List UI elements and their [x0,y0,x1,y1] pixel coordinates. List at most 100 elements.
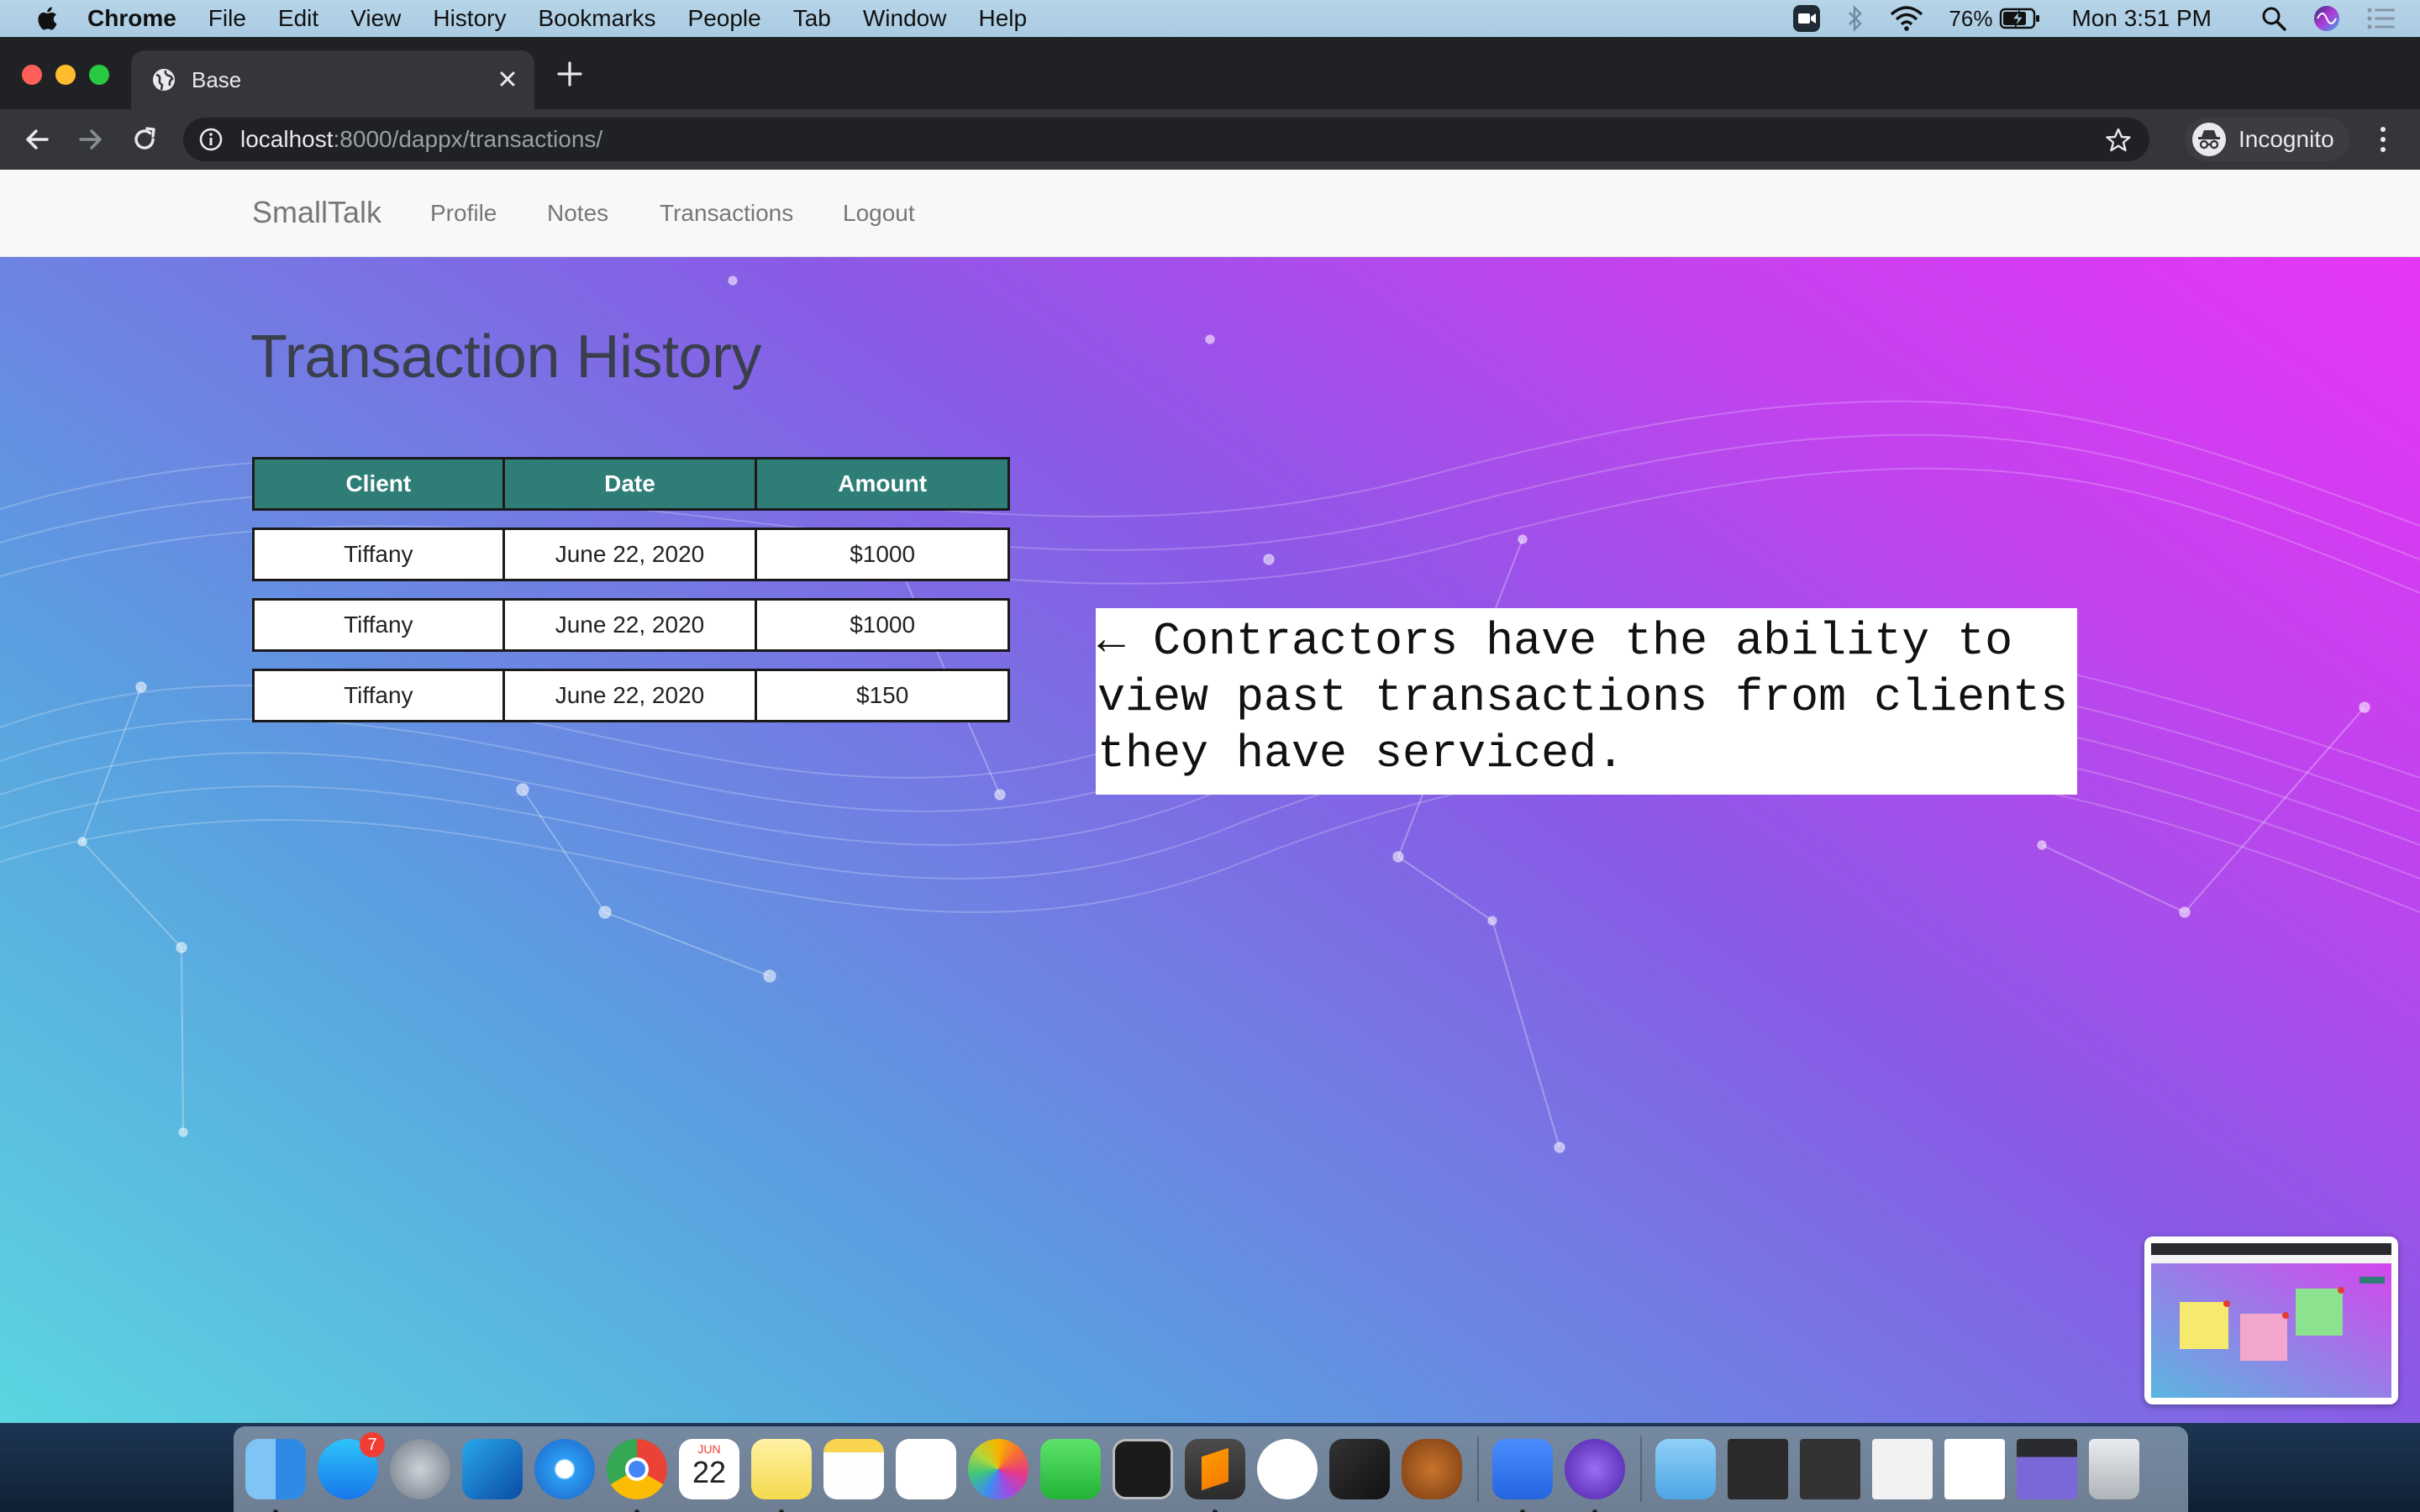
menu-history[interactable]: History [433,5,506,32]
dock-facetime-icon[interactable] [1040,1439,1101,1499]
menu-view[interactable]: View [350,5,401,32]
window-maximize-button[interactable] [89,65,109,85]
dock-trash-icon[interactable] [2089,1439,2139,1499]
dock-minimized-window-5[interactable] [2017,1439,2077,1499]
tab-title: Base [192,66,242,92]
screenshot-preview-thumbnail[interactable] [2144,1236,2398,1404]
dock-zoom-icon[interactable] [1492,1439,1553,1512]
table-row: Tiffany June 22, 2020 $1000 [252,598,1010,652]
column-header-client: Client [252,457,505,511]
calendar-day: 22 [692,1455,727,1489]
reload-icon[interactable] [129,124,160,155]
address-bar[interactable]: localhost:8000/dappx/transactions/ [183,118,2149,161]
menu-edit[interactable]: Edit [278,5,318,32]
dock-imovie-icon[interactable] [1565,1439,1625,1512]
cell-client: Tiffany [252,669,505,722]
apple-menu-icon[interactable] [35,5,62,32]
nav-link-notes[interactable]: Notes [547,200,608,227]
battery-charging-icon[interactable] [1999,7,2041,30]
bluetooth-icon[interactable] [1846,5,1865,32]
app-store-badge: 7 [360,1432,385,1457]
menu-help[interactable]: Help [978,5,1027,32]
dock-chrome-icon[interactable] [607,1439,667,1512]
thumbnail-image [2151,1243,2391,1398]
calendar-month: JUN [697,1442,721,1456]
site-brand[interactable]: SmallTalk [252,195,381,230]
globe-icon [153,69,175,91]
nav-link-profile[interactable]: Profile [430,200,497,227]
dock-photos-icon[interactable] [968,1439,1028,1499]
browser-toolbar: localhost:8000/dappx/transactions/ Incog… [0,109,2420,170]
dock-separator [1640,1436,1642,1502]
cell-date: June 22, 2020 [504,598,758,652]
new-tab-plus-icon[interactable] [556,60,583,87]
macos-dock: 7 JUN 22 [234,1426,2188,1512]
page-title: Transaction History [250,323,762,391]
wifi-icon[interactable] [1890,6,1923,31]
site-info-icon[interactable] [198,127,224,152]
siri-icon[interactable] [2312,4,2341,33]
dock-reminders-icon[interactable] [896,1439,956,1499]
window-close-button[interactable] [22,65,42,85]
column-header-amount: Amount [757,457,1010,511]
site-navbar: SmallTalk Profile Notes Transactions Log… [0,170,2420,257]
url-path: :8000/dappx/transactions/ [333,126,603,152]
nav-link-logout[interactable]: Logout [843,200,915,227]
forward-arrow-icon[interactable] [76,124,106,155]
notification-center-icon[interactable] [2366,6,2396,31]
chrome-menu-kebab-icon[interactable] [2375,124,2391,155]
table-row: Tiffany June 22, 2020 $1000 [252,528,1010,581]
menu-window[interactable]: Window [863,5,947,32]
tab-close-icon[interactable] [496,67,519,91]
nav-link-transactions[interactable]: Transactions [660,200,793,227]
bookmark-star-icon[interactable] [2106,128,2131,153]
dock-minimized-window-4[interactable] [1944,1439,2005,1499]
cell-client: Tiffany [252,528,505,581]
incognito-profile-button[interactable]: Incognito [2185,118,2349,161]
transactions-table: Client Date Amount Tiffany June 22, 2020… [252,440,1010,739]
dock-outlook-icon[interactable] [462,1439,523,1499]
cell-date: June 22, 2020 [504,669,758,722]
menu-file[interactable]: File [208,5,246,32]
dock-transmit-icon[interactable] [1402,1439,1462,1499]
dock-stickies-icon[interactable] [751,1439,812,1512]
browser-tab-active[interactable]: Base [131,50,534,109]
dock-downloads-folder-icon[interactable] [1655,1439,1716,1499]
dock-calendar-icon[interactable]: JUN 22 [679,1439,739,1499]
cell-amount: $1000 [757,528,1010,581]
back-arrow-icon[interactable] [22,124,52,155]
incognito-icon [2192,123,2226,156]
dock-minimized-window-2[interactable] [1800,1439,1860,1499]
dock-final-cut-pro-icon[interactable] [1329,1439,1390,1499]
window-minimize-button[interactable] [55,65,76,85]
page-viewport: SmallTalk Profile Notes Transactions Log… [0,170,2420,1423]
menu-app-name[interactable]: Chrome [87,5,176,32]
dock-slack-icon[interactable] [1257,1439,1318,1499]
macos-menubar: Chrome File Edit View History Bookmarks … [0,0,2420,37]
incognito-label: Incognito [2238,126,2334,152]
zoom-status-icon[interactable] [1792,4,1821,33]
menubar-clock[interactable]: Mon 3:51 PM [2071,5,2212,32]
dock-minimized-window-3[interactable] [1872,1439,1933,1499]
table-row: Tiffany June 22, 2020 $150 [252,669,1010,722]
dock-sublime-text-icon[interactable] [1185,1439,1245,1512]
menu-bookmarks[interactable]: Bookmarks [538,5,655,32]
dock-terminal-icon[interactable] [1113,1439,1173,1499]
dock-notes-icon[interactable] [823,1439,884,1499]
cell-date: June 22, 2020 [504,528,758,581]
menu-tab[interactable]: Tab [793,5,831,32]
dock-app-store-icon[interactable]: 7 [318,1432,385,1499]
table-header-row: Client Date Amount [252,457,1010,511]
cell-client: Tiffany [252,598,505,652]
dock-finder-icon[interactable] [245,1439,306,1512]
battery-percent: 76% [1949,5,1993,31]
dock-safari-icon[interactable] [534,1439,595,1499]
dock-minimized-window-1[interactable] [1728,1439,1788,1499]
cell-amount: $150 [757,669,1010,722]
menu-people[interactable]: People [688,5,761,32]
url-host: localhost [240,126,334,152]
dock-launchpad-icon[interactable] [390,1439,450,1499]
annotation-callout: ← Contractors have the ability to view p… [1096,608,2077,795]
spotlight-search-icon[interactable] [2260,5,2287,32]
column-header-date: Date [504,457,758,511]
